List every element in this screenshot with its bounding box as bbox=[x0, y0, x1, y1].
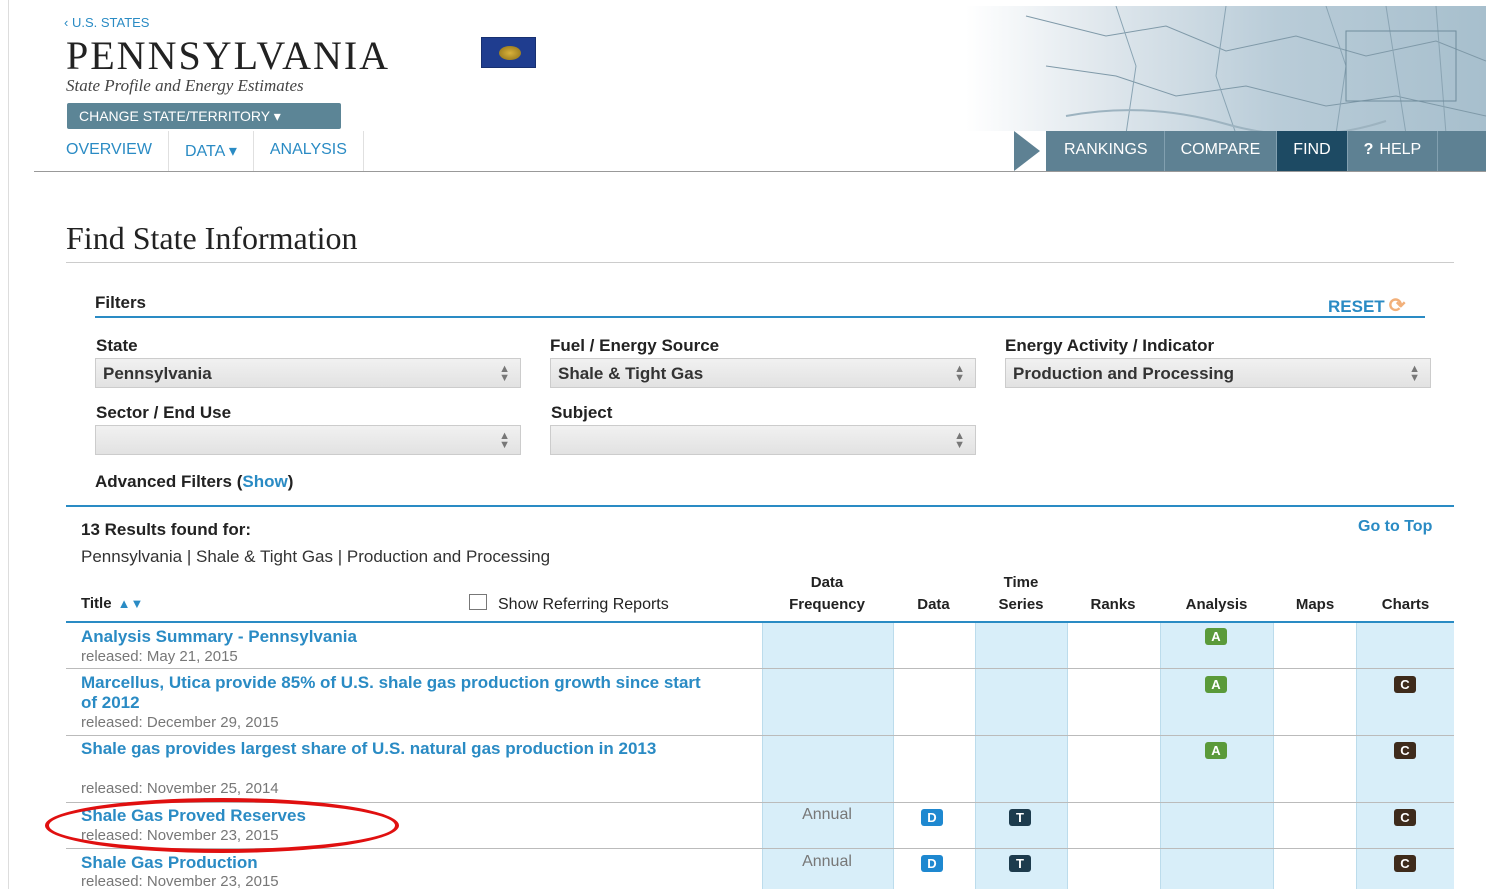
fuel-select-value: Shale & Tight Gas bbox=[558, 364, 704, 383]
results-count: 13 Results found for: bbox=[81, 520, 252, 539]
title-column-header[interactable]: Title ▲▼ bbox=[81, 593, 143, 615]
ranks-column-header: Ranks bbox=[1090, 596, 1136, 613]
subject-filter-label: Subject bbox=[551, 403, 613, 422]
charts-badge-icon[interactable]: C bbox=[1394, 809, 1416, 826]
fuel-filter-label: Fuel / Energy Source bbox=[550, 336, 720, 355]
result-title-link[interactable]: Shale gas provides largest share of U.S.… bbox=[81, 739, 711, 759]
results-query: Pennsylvania | Shale & Tight Gas | Produ… bbox=[81, 547, 551, 566]
nav-help-label: HELP bbox=[1379, 141, 1422, 158]
charts-badge-icon[interactable]: C bbox=[1394, 676, 1416, 693]
site-header: ‹ U.S. STATES PENNSYLVANIA State Profile… bbox=[34, 0, 1486, 172]
updown-caret-icon: ▲ ▼ bbox=[954, 363, 965, 384]
data-column-header: Data bbox=[917, 596, 950, 613]
title-divider bbox=[66, 262, 1454, 263]
show-referring-label[interactable]: Show Referring Reports bbox=[498, 596, 669, 614]
fuel-select[interactable]: Shale & Tight Gas ▲ ▼ bbox=[550, 358, 976, 388]
sort-updown-icon[interactable]: ▲▼ bbox=[118, 596, 144, 611]
activity-select-value: Production and Processing bbox=[1013, 364, 1235, 383]
header-map-image bbox=[966, 6, 1486, 134]
timeseries-badge-icon[interactable]: T bbox=[1009, 855, 1031, 872]
result-title-link[interactable]: Marcellus, Utica provide 85% of U.S. sha… bbox=[81, 673, 711, 713]
maps-column-header: Maps bbox=[1295, 596, 1335, 613]
sector-filter-label: Sector / End Use bbox=[96, 403, 232, 422]
reset-label: RESET bbox=[1328, 297, 1385, 316]
page-left-edge bbox=[8, 0, 9, 889]
subject-select[interactable]: ▲ ▼ bbox=[550, 425, 976, 455]
result-title-link[interactable]: Shale Gas Proved Reserves bbox=[81, 806, 711, 826]
updown-caret-icon: ▲ ▼ bbox=[954, 430, 965, 451]
updown-caret-icon: ▲ ▼ bbox=[499, 430, 510, 451]
result-release-date: released: November 23, 2015 bbox=[81, 827, 279, 844]
go-to-top-link[interactable]: Go to Top bbox=[1358, 518, 1432, 536]
nav-left-group: OVERVIEW DATA ▾ ANALYSIS bbox=[66, 131, 380, 171]
sector-select[interactable]: ▲ ▼ bbox=[95, 425, 521, 455]
help-icon: ? bbox=[1363, 141, 1374, 158]
result-release-date: released: May 21, 2015 bbox=[81, 648, 238, 665]
nav-right-group: RANKINGS COMPARE FIND ? HELP bbox=[1012, 131, 1486, 171]
charts-badge-icon[interactable]: C bbox=[1394, 855, 1416, 872]
main-nav: OVERVIEW DATA ▾ ANALYSIS RANKINGS COMPAR… bbox=[34, 131, 1486, 172]
state-title: PENNSYLVANIA bbox=[66, 33, 391, 78]
result-release-date: released: November 25, 2014 bbox=[81, 780, 279, 797]
nav-rankings[interactable]: RANKINGS bbox=[1048, 131, 1165, 171]
state-subtitle: State Profile and Energy Estimates bbox=[66, 76, 304, 95]
results-divider bbox=[66, 505, 1454, 507]
change-state-button[interactable]: CHANGE STATE/TERRITORY ▾ bbox=[67, 103, 341, 129]
advanced-filters-show-link[interactable]: Show bbox=[242, 472, 287, 491]
nav-find[interactable]: FIND bbox=[1277, 131, 1348, 171]
page-title: Find State Information bbox=[66, 220, 358, 256]
nav-help[interactable]: ? HELP bbox=[1348, 131, 1439, 171]
timeseries-column-bg bbox=[975, 623, 1067, 889]
nav-compare[interactable]: COMPARE bbox=[1165, 131, 1278, 171]
nav-data-dropdown[interactable]: DATA ▾ bbox=[185, 131, 254, 171]
result-release-date: released: December 29, 2015 bbox=[81, 714, 279, 731]
state-select-value: Pennsylvania bbox=[103, 364, 212, 383]
activity-filter-label: Energy Activity / Indicator bbox=[1005, 336, 1215, 355]
show-referring-checkbox[interactable] bbox=[469, 594, 487, 610]
analysis-badge-icon[interactable]: A bbox=[1205, 742, 1227, 759]
result-frequency: Annual bbox=[802, 806, 852, 823]
updown-caret-icon: ▲ ▼ bbox=[1409, 363, 1420, 384]
breadcrumb-us-states[interactable]: ‹ U.S. STATES bbox=[64, 15, 149, 30]
state-filter-label: State bbox=[96, 336, 138, 355]
data-badge-icon[interactable]: D bbox=[921, 809, 943, 826]
frequency-column-bg bbox=[762, 623, 893, 889]
nav-overview[interactable]: OVERVIEW bbox=[66, 131, 169, 171]
updown-caret-icon: ▲ ▼ bbox=[499, 363, 510, 384]
charts-badge-icon[interactable]: C bbox=[1394, 742, 1416, 759]
filters-divider bbox=[95, 316, 1425, 318]
result-title-link[interactable]: Shale Gas Production bbox=[81, 853, 711, 873]
state-select[interactable]: Pennsylvania ▲ ▼ bbox=[95, 358, 521, 388]
activity-select[interactable]: Production and Processing ▲ ▼ bbox=[1005, 358, 1431, 388]
timeseries-column-header: Time Series bbox=[998, 574, 1044, 613]
refresh-icon: ⟳ bbox=[1388, 295, 1406, 317]
advanced-filters: Advanced Filters (Show) bbox=[95, 472, 294, 491]
state-flag-icon bbox=[481, 37, 536, 68]
result-release-date: released: November 23, 2015 bbox=[81, 873, 279, 889]
analysis-badge-icon[interactable]: A bbox=[1205, 628, 1227, 645]
frequency-column-header: Data Frequency bbox=[789, 574, 865, 613]
data-badge-icon[interactable]: D bbox=[921, 855, 943, 872]
nav-analysis[interactable]: ANALYSIS bbox=[270, 131, 364, 171]
timeseries-badge-icon[interactable]: T bbox=[1009, 809, 1031, 826]
reset-button[interactable]: RESET ⟳ bbox=[1328, 293, 1405, 318]
nav-arrow-decoration bbox=[1014, 131, 1040, 171]
result-title-link[interactable]: Analysis Summary - Pennsylvania bbox=[81, 627, 711, 647]
analysis-badge-icon[interactable]: A bbox=[1205, 676, 1227, 693]
filters-heading: Filters bbox=[95, 293, 147, 312]
charts-column-header: Charts bbox=[1381, 596, 1430, 613]
analysis-column-header: Analysis bbox=[1185, 596, 1248, 613]
result-frequency: Annual bbox=[802, 853, 852, 870]
